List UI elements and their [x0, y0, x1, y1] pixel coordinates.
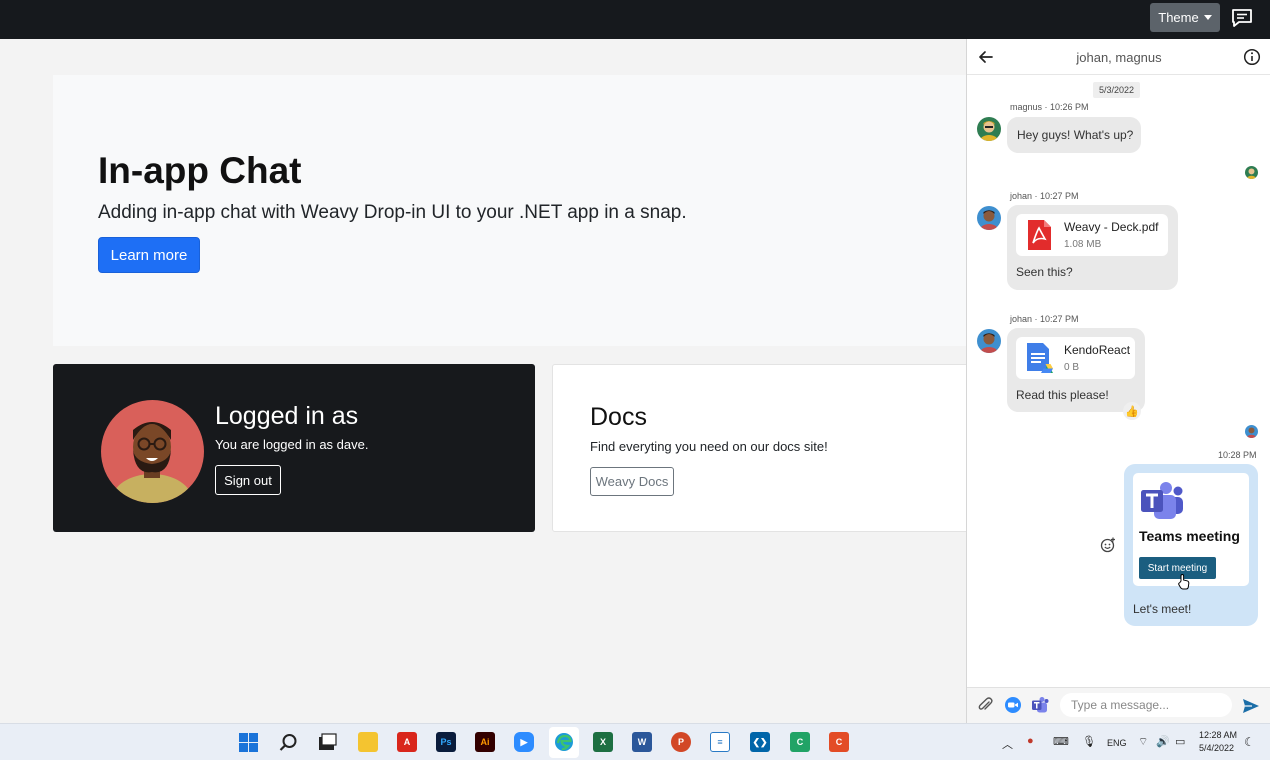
- info-icon[interactable]: [1243, 48, 1261, 66]
- docs-card: Docs Find everyting you need on our docs…: [552, 364, 972, 532]
- message-text: Hey guys! What's up?: [1017, 128, 1134, 142]
- tray-app-icon[interactable]: ●: [1027, 735, 1034, 747]
- own-message-bubble: Teams meeting Start meeting Let's meet!: [1124, 464, 1258, 626]
- keyboard-icon[interactable]: ⌨: [1053, 735, 1069, 748]
- teams-icon[interactable]: [1031, 696, 1049, 714]
- paperclip-icon[interactable]: [977, 696, 995, 714]
- file-explorer-icon[interactable]: [358, 732, 378, 752]
- message-time: 10:28 PM: [1218, 450, 1257, 460]
- visual-studio-code-icon[interactable]: ❮❯: [750, 732, 770, 752]
- message-bubble: Hey guys! What's up?: [1007, 117, 1141, 153]
- docs-title: Docs: [590, 403, 647, 431]
- illustrator-icon[interactable]: Ai: [475, 732, 495, 752]
- zoom-icon[interactable]: [1004, 696, 1022, 714]
- windows-taskbar: A Ps Ai ▶ X W P ≡ ❮❯ C C ︿ ● ⌨ 🎙 ENG ⌔ 🔊…: [0, 723, 1270, 760]
- docs-text: Find everyting you need on our docs site…: [590, 439, 828, 454]
- logged-in-card: Logged in as You are logged in as dave. …: [53, 364, 535, 532]
- message-text: Seen this?: [1016, 265, 1073, 279]
- message-meta: johan · 10:27 PM: [1010, 191, 1079, 201]
- edge-browser-icon[interactable]: [554, 732, 574, 752]
- notifications-icon[interactable]: ☾: [1244, 735, 1255, 749]
- clock-date[interactable]: 5/4/2022: [1199, 743, 1234, 753]
- excel-icon[interactable]: X: [593, 732, 613, 752]
- message-meta: johan · 10:27 PM: [1010, 314, 1079, 324]
- microsoft-teams-icon: [1141, 482, 1183, 519]
- theme-dropdown-button[interactable]: Theme: [1150, 3, 1220, 32]
- pdf-file-icon: [1028, 220, 1051, 250]
- acrobat-icon[interactable]: A: [397, 732, 417, 752]
- chat-header: johan, magnus: [967, 39, 1270, 75]
- file-attachment[interactable]: KendoReact 0 B: [1016, 337, 1135, 379]
- notepad-icon[interactable]: ≡: [710, 732, 730, 752]
- file-name: KendoReact: [1064, 343, 1131, 357]
- hero-title: In-app Chat: [98, 150, 302, 191]
- message-bubble: Weavy - Deck.pdf 1.08 MB Seen this?: [1007, 205, 1178, 290]
- wifi-icon[interactable]: ⌔: [1138, 735, 1148, 749]
- teams-meeting-title: Teams meeting: [1139, 528, 1240, 544]
- chat-panel: johan, magnus 5/3/2022 magnus · 10:26 PM…: [966, 39, 1270, 723]
- word-icon[interactable]: W: [632, 732, 652, 752]
- task-view-icon[interactable]: [318, 733, 337, 752]
- message-text: Let's meet!: [1133, 602, 1192, 616]
- avatar: [977, 117, 1001, 141]
- top-navbar: Theme: [0, 0, 1270, 39]
- message-meta: magnus · 10:26 PM: [1010, 102, 1089, 112]
- read-receipt-avatar: [1245, 166, 1258, 179]
- camtasia-icon[interactable]: C: [790, 732, 810, 752]
- windows-start-icon[interactable]: [239, 733, 258, 752]
- message-bubble: KendoReact 0 B Read this please!: [1007, 328, 1145, 412]
- search-icon[interactable]: [279, 733, 298, 752]
- logged-in-title: Logged in as: [215, 402, 359, 430]
- message-text: Read this please!: [1016, 388, 1109, 402]
- add-reaction-icon[interactable]: [1100, 537, 1116, 553]
- hand-cursor-icon: [1178, 574, 1190, 590]
- battery-icon[interactable]: ▭: [1175, 735, 1185, 748]
- hero-subtitle: Adding in-app chat with Weavy Drop-in UI…: [98, 202, 687, 223]
- avatar: [977, 329, 1001, 353]
- volume-icon[interactable]: 🔊: [1156, 735, 1170, 748]
- chevron-up-icon[interactable]: ︿: [1002, 736, 1013, 752]
- chat-icon[interactable]: [1231, 8, 1253, 28]
- avatar: [977, 206, 1001, 230]
- teams-meeting-card: Teams meeting Start meeting: [1133, 473, 1249, 590]
- file-size: 1.08 MB: [1064, 239, 1102, 250]
- logged-in-text: You are logged in as dave.: [215, 437, 369, 452]
- date-separator: 5/3/2022: [1093, 82, 1141, 98]
- app-icon[interactable]: C: [829, 732, 849, 752]
- chat-title: johan, magnus: [1076, 50, 1162, 65]
- thumbs-up-reaction[interactable]: 👍: [1123, 402, 1141, 420]
- learn-more-button[interactable]: Learn more: [98, 237, 200, 273]
- sign-out-button[interactable]: Sign out: [215, 465, 281, 495]
- theme-label: Theme: [1158, 10, 1199, 25]
- powerpoint-icon[interactable]: P: [671, 732, 691, 752]
- message-composer: [967, 687, 1270, 723]
- message-input[interactable]: [1060, 693, 1232, 717]
- zoom-app-icon[interactable]: ▶: [514, 732, 534, 752]
- microphone-icon[interactable]: 🎙: [1082, 735, 1096, 748]
- photoshop-icon[interactable]: Ps: [436, 732, 456, 752]
- file-size: 0 B: [1064, 362, 1080, 373]
- user-avatar: [101, 400, 204, 503]
- file-attachment[interactable]: Weavy - Deck.pdf 1.08 MB: [1016, 214, 1168, 256]
- send-icon[interactable]: [1242, 697, 1260, 715]
- hero-section: In-app Chat Adding in-app chat with Weav…: [53, 75, 967, 346]
- language-indicator[interactable]: ENG: [1107, 738, 1127, 748]
- file-name: Weavy - Deck.pdf: [1064, 220, 1159, 234]
- weavy-docs-button[interactable]: Weavy Docs: [590, 467, 674, 496]
- caret-down-icon: [1203, 15, 1212, 20]
- read-receipt-avatar: [1245, 425, 1258, 438]
- google-doc-icon: [1027, 343, 1053, 373]
- clock-time[interactable]: 12:28 AM: [1199, 730, 1237, 740]
